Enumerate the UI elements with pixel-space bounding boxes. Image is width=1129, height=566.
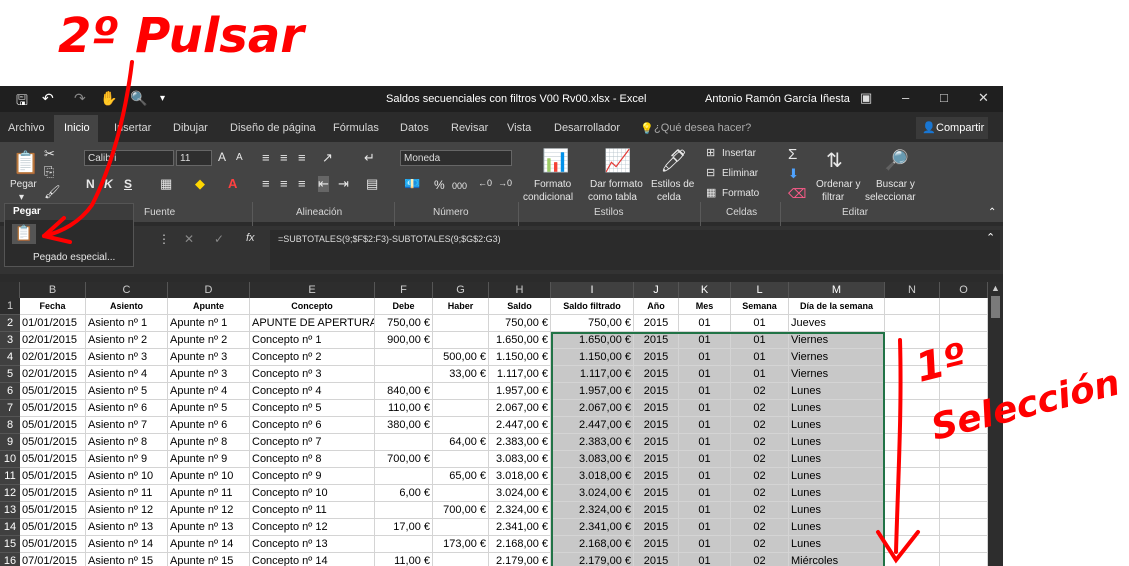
annotation-step2: 2º Pulsar [58,8,307,64]
arrow-to-paste [42,60,134,238]
arrow-selection [894,338,903,554]
annotation-step1-number: 1º [911,335,971,392]
annotation-layer: 2º Pulsar 1º Selección [42,8,1124,564]
